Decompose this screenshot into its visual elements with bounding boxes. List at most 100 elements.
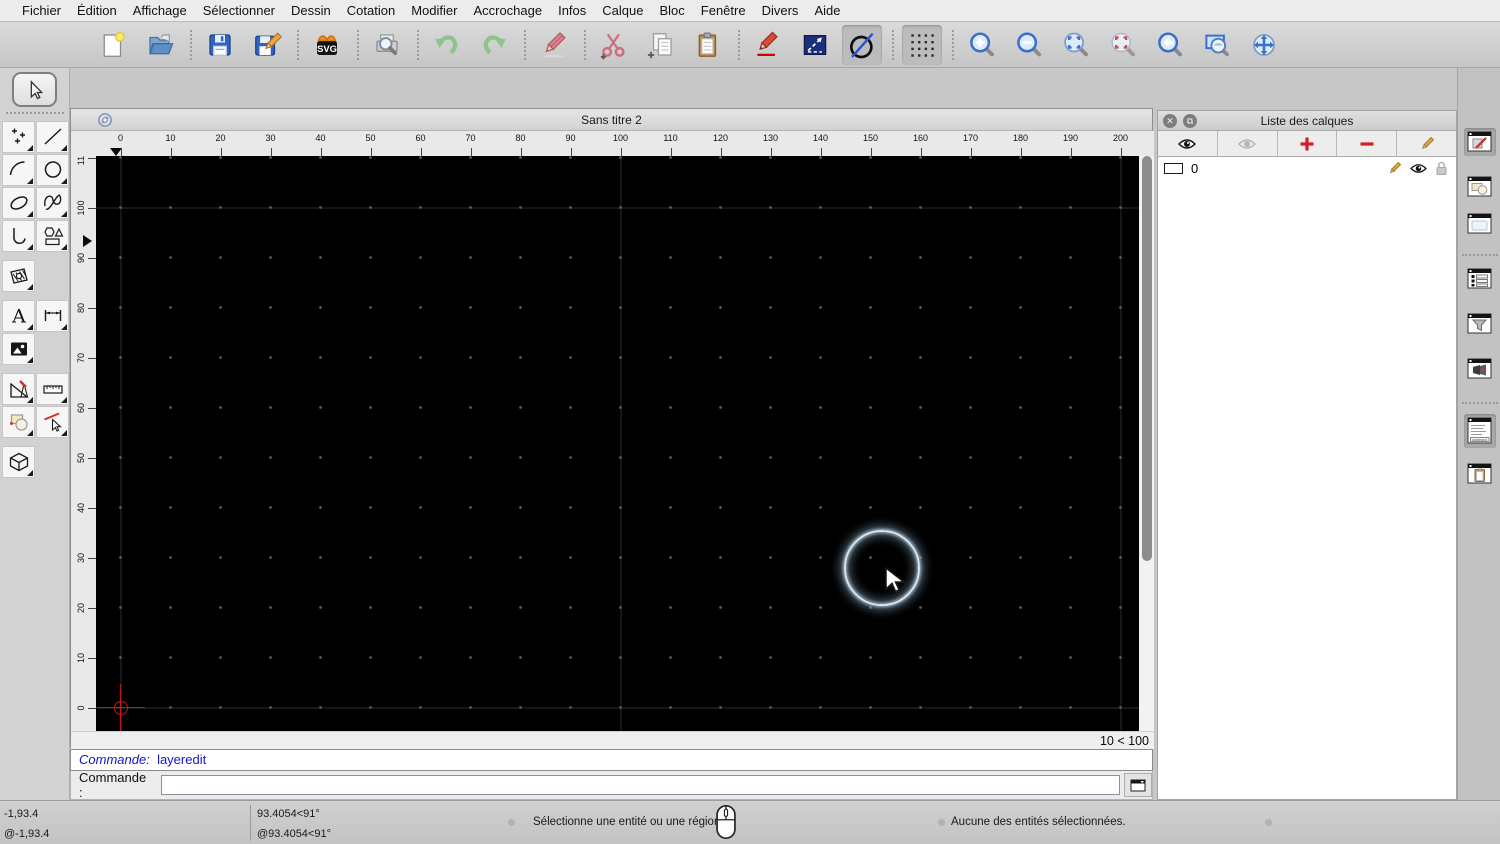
dock-selection-filter-icon[interactable] <box>1464 310 1496 338</box>
select-tool-button[interactable] <box>12 72 57 107</box>
document-title-bar[interactable]: Sans titre 2 <box>71 109 1152 131</box>
layer-visibility-icon[interactable] <box>1409 162 1428 175</box>
menu-fenetre[interactable]: Fenêtre <box>693 3 754 18</box>
points-tool[interactable] <box>2 121 35 153</box>
zoom-in-button[interactable] <box>962 25 1002 65</box>
new-file-button[interactable] <box>93 25 133 65</box>
export-svg-button[interactable]: SVG <box>307 25 347 65</box>
image-tool[interactable] <box>2 333 35 365</box>
dock-strip: command <box>1457 68 1500 800</box>
menu-edition[interactable]: Édition <box>69 3 125 18</box>
zoom-pan-button[interactable] <box>1244 25 1284 65</box>
scissors-icon <box>599 30 629 60</box>
menu-bloc[interactable]: Bloc <box>651 3 692 18</box>
box-3d-tool[interactable] <box>2 446 35 478</box>
mouse-cursor <box>884 567 906 597</box>
line-tool[interactable] <box>36 121 69 153</box>
dock-media-icon[interactable] <box>1464 355 1496 383</box>
hide-all-layers-button[interactable] <box>1218 131 1278 156</box>
dock-layer-list-icon[interactable] <box>1464 128 1496 156</box>
pen-attributes-button[interactable] <box>748 25 788 65</box>
zoom-auto-button[interactable] <box>1056 25 1096 65</box>
vertical-scrollbar-thumb[interactable] <box>1141 156 1152 561</box>
zoom-window-button[interactable] <box>1197 25 1237 65</box>
h-ruler-label: 180 <box>1012 133 1029 143</box>
polygon-tool[interactable] <box>36 220 69 252</box>
v-ruler-tick <box>88 507 96 509</box>
open-file-button[interactable] <box>140 25 180 65</box>
restrict-nothing-icon <box>846 29 878 61</box>
cut-button[interactable] <box>594 25 634 65</box>
measure-tool[interactable] <box>36 373 69 405</box>
dock-block-list-icon[interactable] <box>1464 173 1496 201</box>
ellipse-tool[interactable] <box>2 187 35 219</box>
spline-tool[interactable] <box>36 187 69 219</box>
menu-selectionner[interactable]: Sélectionner <box>195 3 283 18</box>
hatch-tool[interactable] <box>2 260 35 292</box>
layer-lock-icon[interactable] <box>1435 161 1448 176</box>
circle-tool[interactable] <box>36 154 69 186</box>
dock-command-line-icon[interactable]: command <box>1464 414 1496 448</box>
line-attributes-button[interactable] <box>795 25 835 65</box>
menu-divers[interactable]: Divers <box>754 3 807 18</box>
minus-icon <box>1360 141 1374 146</box>
layer-row[interactable]: 0 <box>1158 157 1456 179</box>
menu-aide[interactable]: Aide <box>806 3 848 18</box>
zoom-previous-button[interactable] <box>1150 25 1190 65</box>
modify-tool[interactable] <box>2 373 35 405</box>
zoom-selected-button[interactable] <box>1103 25 1143 65</box>
menu-modifier[interactable]: Modifier <box>403 3 465 18</box>
undock-panel-icon[interactable]: ⧉ <box>1183 114 1197 128</box>
show-all-layers-button[interactable] <box>1158 131 1218 156</box>
close-panel-icon[interactable]: ✕ <box>1163 114 1177 128</box>
dock-clipboard-icon[interactable] <box>1464 460 1496 488</box>
zoom-out-button[interactable] <box>1009 25 1049 65</box>
toolbar-separator <box>190 29 192 60</box>
clipboard-icon <box>693 30 723 60</box>
menu-fichier[interactable]: Fichier <box>14 3 69 18</box>
order-tool[interactable] <box>2 406 35 438</box>
redo-button[interactable] <box>474 25 514 65</box>
menu-infos[interactable]: Infos <box>550 3 594 18</box>
menu-accrochage[interactable]: Accrochage <box>465 3 550 18</box>
command-history-value: layeredit <box>157 752 207 767</box>
text-tool[interactable]: A <box>2 300 35 332</box>
dock-entity-list-icon[interactable] <box>1464 265 1496 293</box>
horizontal-scrollbar[interactable]: 10 < 100 <box>71 731 1154 749</box>
copy-button[interactable] <box>641 25 681 65</box>
restrict-nothing-button[interactable] <box>842 24 882 65</box>
polyline-tool[interactable] <box>2 220 35 252</box>
menu-dessin[interactable]: Dessin <box>283 3 339 18</box>
save-button[interactable] <box>200 25 240 65</box>
save-as-button[interactable] <box>247 25 287 65</box>
select-entities-tool[interactable] <box>36 406 69 438</box>
paste-button[interactable] <box>688 25 728 65</box>
command-input[interactable] <box>161 775 1121 795</box>
menu-affichage[interactable]: Affichage <box>125 3 195 18</box>
arc-tool[interactable] <box>2 154 35 186</box>
drawing-canvas[interactable] <box>96 156 1139 731</box>
selection-status-text: Aucune des entités sélectionnées. <box>951 816 1126 828</box>
dock-library-browser-icon[interactable] <box>1464 210 1496 238</box>
remove-layer-button[interactable] <box>1337 131 1398 156</box>
grid-toggle-button[interactable] <box>902 24 942 65</box>
status-separator <box>250 805 251 841</box>
print-preview-button[interactable] <box>367 25 407 65</box>
menu-calque[interactable]: Calque <box>594 3 651 18</box>
layer-edit-icon[interactable] <box>1387 161 1402 176</box>
layer-panel: ✕ ⧉ Liste des calques 0 <box>1157 110 1457 800</box>
layer-panel-title-bar[interactable]: ✕ ⧉ Liste des calques <box>1158 111 1456 131</box>
vertical-scrollbar[interactable] <box>1139 156 1154 731</box>
palette-handle[interactable] <box>6 112 64 114</box>
h-ruler-tick <box>920 148 922 156</box>
v-ruler-tick <box>88 607 96 609</box>
status-dot <box>1265 819 1272 826</box>
layer-color-swatch[interactable] <box>1164 162 1183 174</box>
detach-command-button[interactable] <box>1124 773 1153 797</box>
add-layer-button[interactable] <box>1278 131 1338 156</box>
edit-layer-button[interactable] <box>1397 131 1456 156</box>
undo-button[interactable] <box>427 25 467 65</box>
menu-cotation[interactable]: Cotation <box>339 3 403 18</box>
dimension-tool[interactable] <box>36 300 69 332</box>
delete-entities-button[interactable] <box>534 25 574 65</box>
